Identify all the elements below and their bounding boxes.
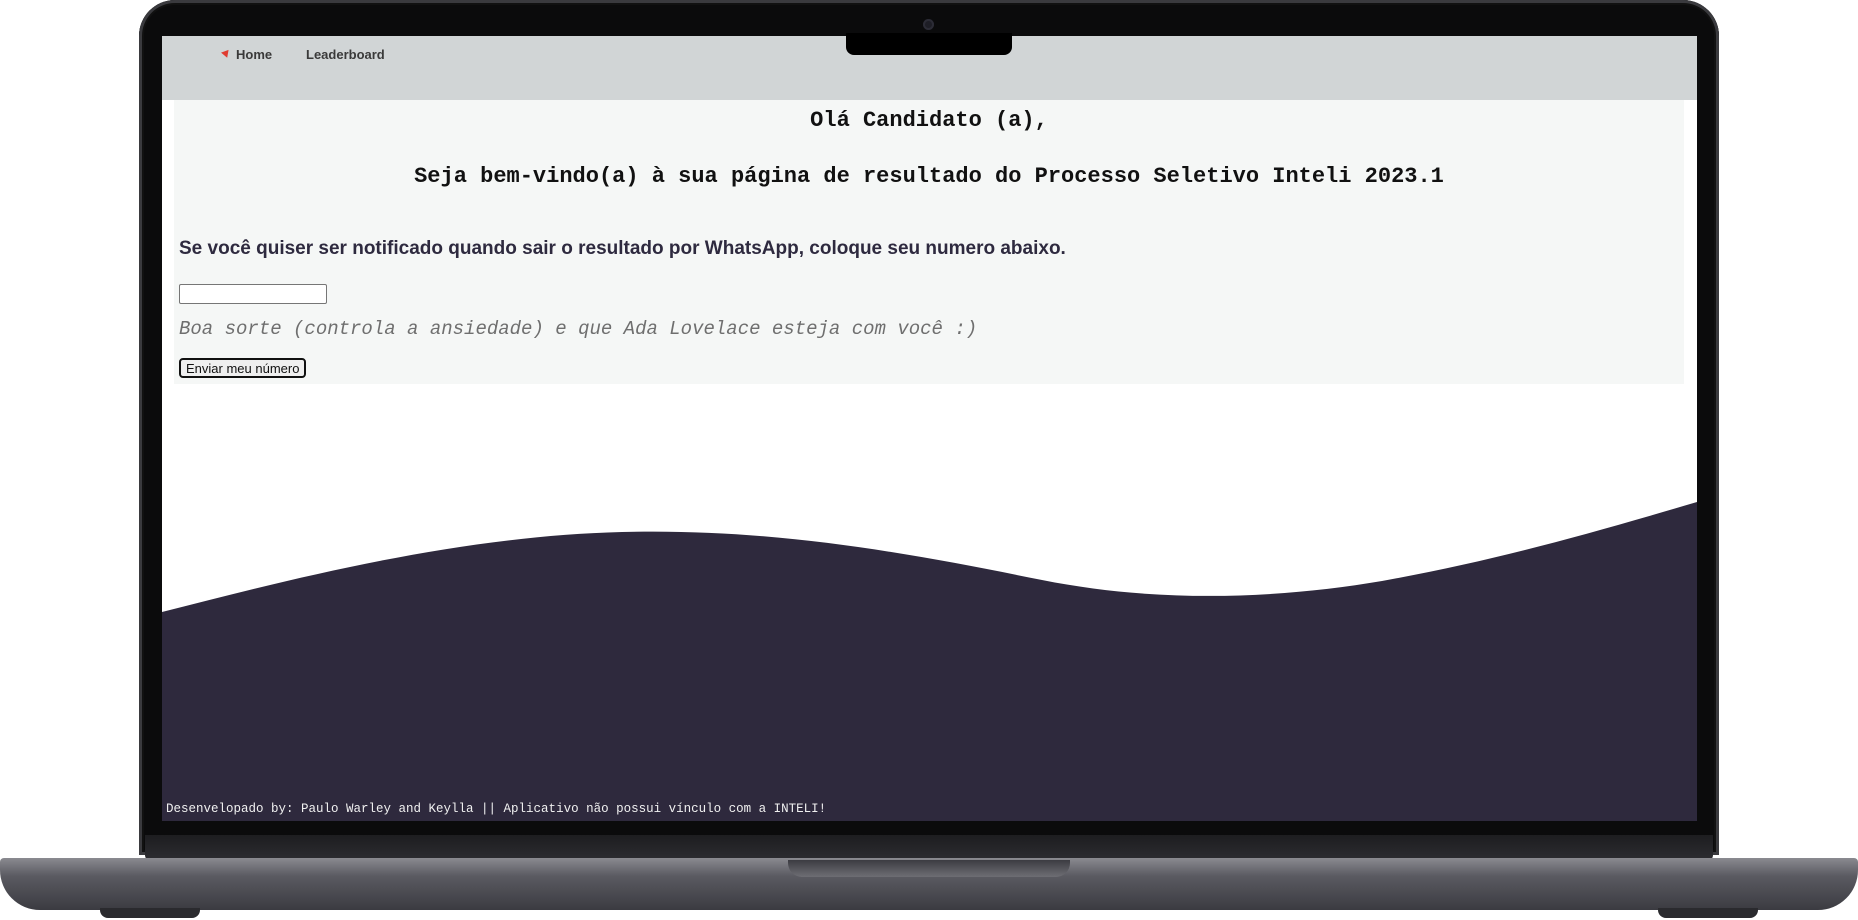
laptop-opening-notch: [788, 860, 1070, 877]
wave-shape: [162, 502, 1697, 821]
screen: Home Leaderboard Olá Candidato (a), Seja…: [162, 36, 1697, 821]
wave-background: [162, 502, 1697, 821]
footer-disclaimer: Desenvelopado by: Paulo Warley and Keyll…: [166, 802, 827, 816]
laptop-foot-left: [100, 908, 200, 918]
laptop-foot-right: [1658, 908, 1758, 918]
camera-notch: [846, 33, 1012, 55]
camera-icon: [923, 19, 934, 30]
